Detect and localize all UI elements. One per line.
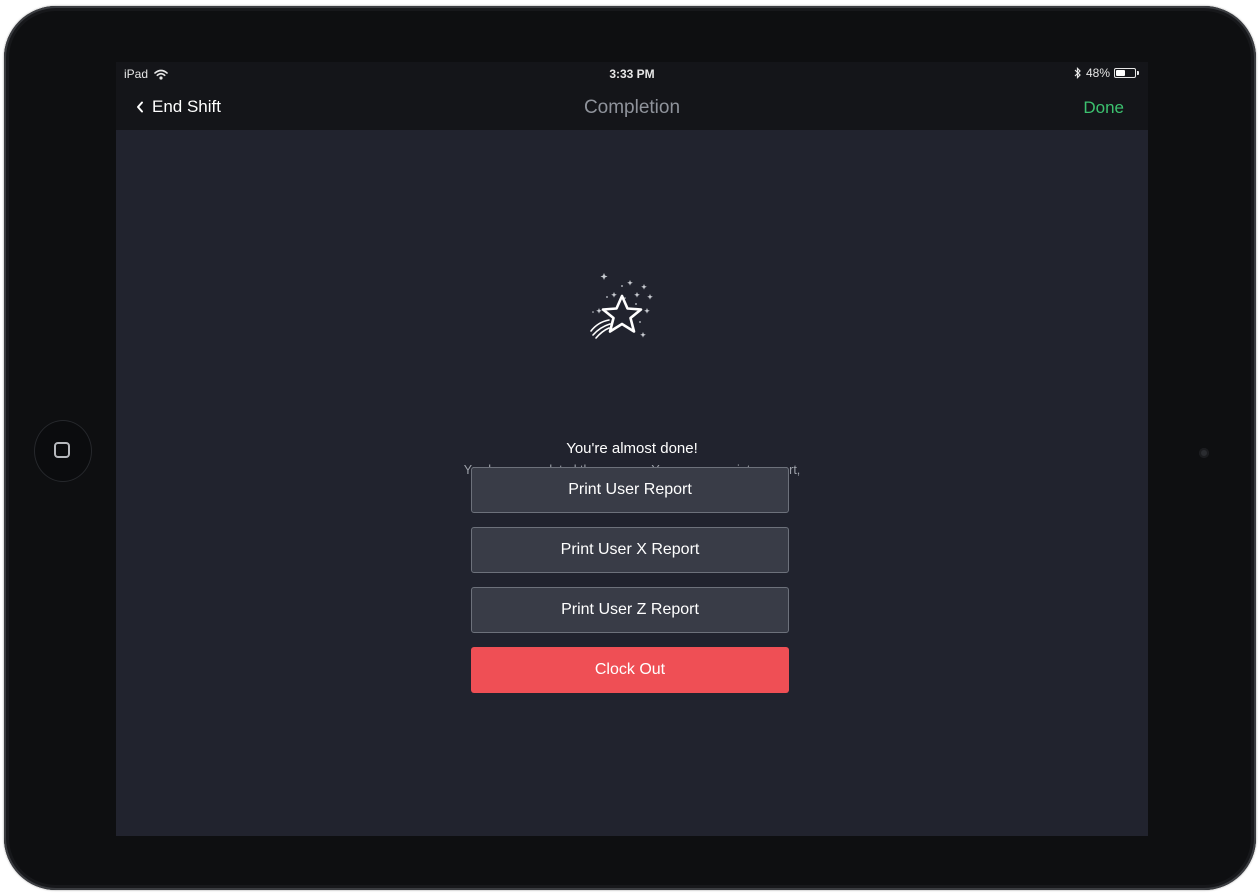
screen: iPad 3:33 PM 48% End Shift Completion Do… [116,62,1148,836]
clock-out-button[interactable]: Clock Out [471,647,789,693]
bluetooth-icon [1074,67,1081,79]
battery-fill [1116,70,1125,76]
done-button[interactable]: Done [1083,98,1124,118]
navigation-bar: End Shift Completion Done [116,86,1148,130]
shooting-star-icon [590,273,653,339]
battery-percent: 48% [1085,66,1110,80]
battery-icon [1114,68,1139,78]
completion-heading: You're almost done! [566,440,698,457]
print-user-x-report-button[interactable]: Print User X Report [471,527,789,573]
front-camera [1199,448,1209,458]
print-user-z-report-button[interactable]: Print User Z Report [471,587,789,633]
status-time: 3:33 PM [609,67,655,81]
completion-panel: You're almost done! You have completed t… [116,130,1148,836]
page-title: Completion [583,97,681,118]
status-bar: iPad 3:33 PM 48% [116,62,1148,86]
status-bar-right: 48% [1074,66,1139,80]
home-button-square-icon [54,442,70,458]
home-button[interactable] [34,420,92,482]
battery-nub [1137,71,1139,75]
print-user-report-button[interactable]: Print User Report [471,467,789,513]
